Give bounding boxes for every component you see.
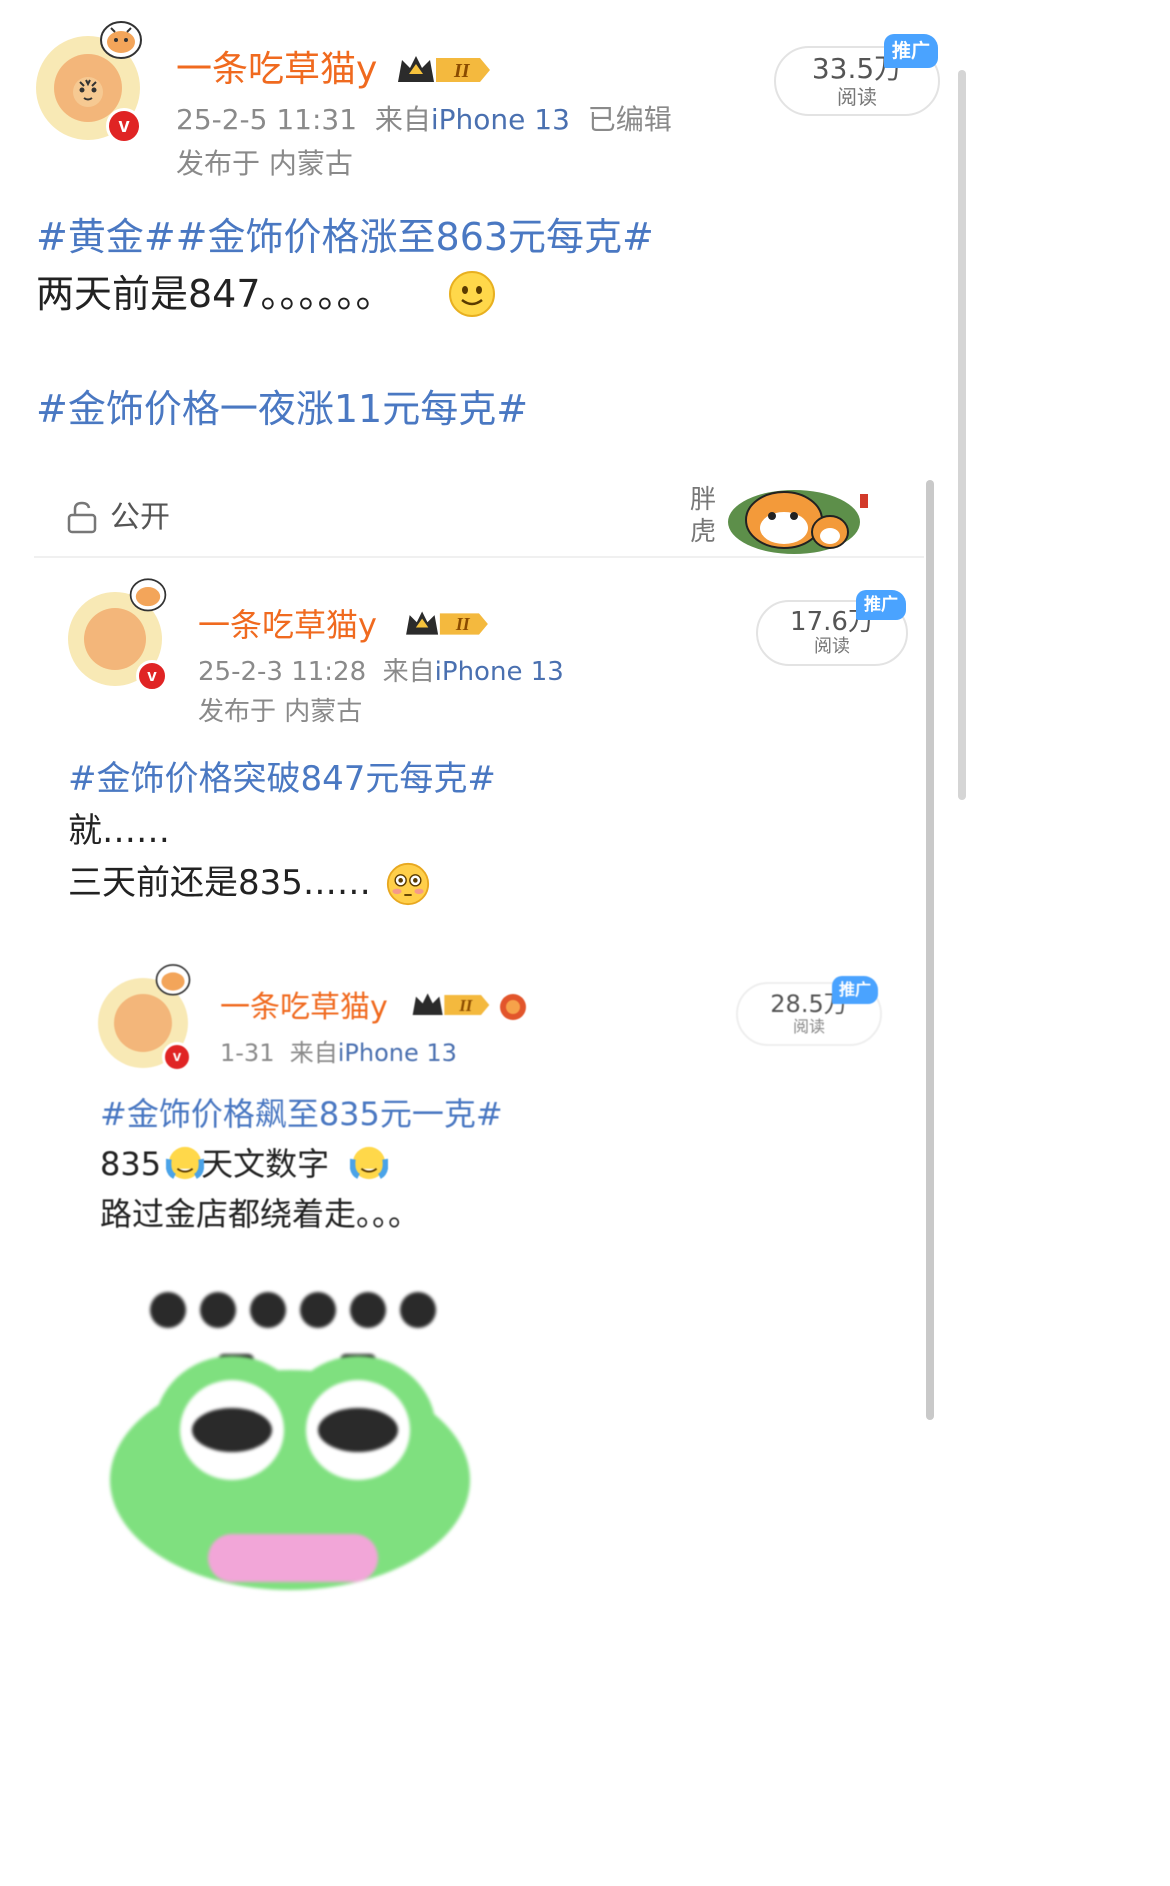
crown-level-icon: II: [398, 56, 490, 82]
shot2-username: 一条吃草猫y: [220, 990, 388, 1025]
frog-sticker-icon: [110, 1292, 470, 1590]
shot1-hashtag: #金饰价格突破847元每克#: [68, 759, 496, 799]
shot1-promo-badge: 推广: [856, 590, 906, 620]
svg-text:II: II: [453, 60, 471, 82]
flushed-emoji-icon: [386, 862, 430, 906]
shot1-location: 发布于 内蒙古: [198, 697, 363, 727]
verified-badge-icon: v: [106, 108, 142, 144]
post-meta: 25-2-5 11:31 来自iPhone 13 已编辑: [176, 100, 672, 140]
shot2-hashtag: #金饰价格飙至835元一克#: [100, 1095, 503, 1133]
shot2-meta: 1-31 来自iPhone 13: [220, 1039, 457, 1067]
shot1-line3: 三天前还是835……: [68, 863, 371, 903]
smile-emoji-icon: [449, 271, 495, 317]
embedded-scrollbar[interactable]: [926, 480, 934, 1420]
post-promo-badge[interactable]: 推广: [884, 34, 938, 68]
tiger-face-icon: [73, 77, 103, 107]
shot1-username[interactable]: 一条吃草猫y: [198, 604, 377, 646]
tiger-sticker-icon: [155, 964, 191, 996]
tiger-sticker-image: 胖虎: [686, 478, 876, 556]
post-username[interactable]: 一条吃草猫y: [176, 46, 377, 94]
shot1-line2: 就……: [68, 811, 170, 851]
shot2-line2: 835 天文数字: [100, 1145, 330, 1183]
tears-emoji-icon: [350, 1146, 388, 1180]
crown-level-icon: II: [406, 611, 488, 635]
tiger-sticker-icon: [100, 21, 142, 59]
post-via: 来自: [374, 103, 431, 136]
embedded-screenshot[interactable]: 公开 胖虎 v 一条吃草猫y II 25-2-3 11:28 来自iPhone …: [0, 470, 940, 1886]
post-location: 发布于 内蒙古: [176, 147, 353, 180]
svg-text:II: II: [458, 996, 472, 1015]
tiger-avatar-icon: [114, 994, 172, 1052]
svg-text:II: II: [455, 614, 471, 634]
post-hashtag-2[interactable]: #金饰价格一夜涨11元每克#: [36, 384, 528, 434]
crown-level-icon: II: [412, 993, 490, 1015]
post-hashtags[interactable]: #黄金##金饰价格涨至863元每克#: [36, 212, 654, 262]
post-edited[interactable]: 已编辑: [588, 103, 672, 136]
shot2-promo-badge: 推广: [832, 976, 878, 1004]
tears-emoji-icon: [166, 1146, 204, 1180]
tiger-sticker-icon: [129, 578, 167, 612]
privacy-label[interactable]: 公开: [110, 498, 170, 538]
lock-open-icon: [67, 501, 97, 534]
shot2-line3: 路过金店都绕着走。。。: [100, 1195, 421, 1233]
sticker-caption: 胖虎: [690, 485, 717, 547]
post-device[interactable]: iPhone 13: [431, 103, 570, 136]
post-timestamp: 25-2-5 11:31: [176, 103, 358, 136]
page-scrollbar[interactable]: [958, 70, 966, 800]
medal-icon: [500, 994, 526, 1020]
tiger-icon: [728, 490, 868, 554]
verified-badge-icon: v: [136, 660, 168, 692]
shot1-meta: 25-2-3 11:28 来自iPhone 13: [198, 657, 564, 687]
divider: [34, 556, 924, 558]
post-text: 两天前是847。。。。。。: [36, 272, 394, 316]
verified-badge-icon: v: [162, 1042, 192, 1072]
post-reads-label: 阅读: [837, 85, 877, 109]
tiger-avatar-icon: [84, 608, 146, 670]
